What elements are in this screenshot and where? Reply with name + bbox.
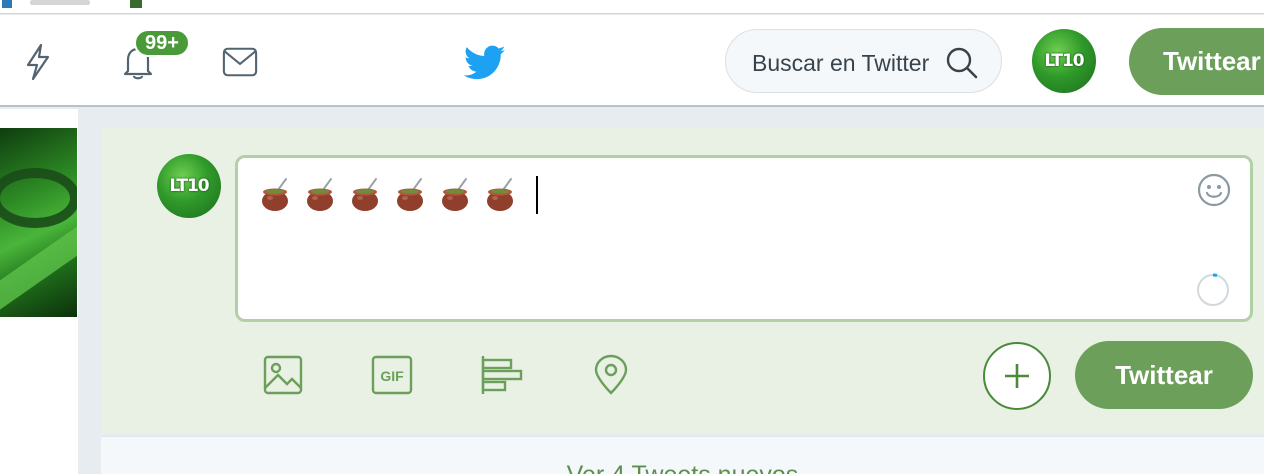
mate-emoji [307, 178, 333, 211]
emoji-picker-icon[interactable] [1196, 172, 1232, 208]
mate-emoji-row [260, 177, 530, 213]
profile-banner-image [0, 128, 77, 317]
profile-sidebar [0, 109, 78, 474]
add-tweet-button[interactable] [983, 342, 1051, 410]
new-tweets-label: Ver 4 Tweets nuevos [101, 461, 1264, 474]
tweet-submit-button[interactable]: Twittear [1075, 341, 1253, 409]
location-icon[interactable] [589, 353, 633, 397]
search-icon[interactable] [946, 47, 978, 79]
bookmark-favicon[interactable] [2, 0, 12, 8]
image-icon[interactable] [261, 353, 305, 397]
character-counter-ring [1197, 273, 1229, 306]
mate-emoji [262, 178, 288, 211]
notifications-badge[interactable]: 99+ [134, 29, 190, 57]
top-navigation-bar: 99+ Buscar en Twitter LT10 Twittear [0, 15, 1264, 107]
composer-avatar[interactable]: LT10 [157, 154, 221, 218]
mate-emoji [487, 178, 513, 211]
mate-emoji [442, 178, 468, 211]
plus-icon [1005, 364, 1029, 388]
tweet-text-content [260, 176, 538, 214]
browser-bookmarks-strip [0, 0, 1264, 14]
tweet-button-header[interactable]: Twittear [1129, 28, 1264, 95]
profile-avatar[interactable]: LT10 [1032, 29, 1096, 93]
poll-icon[interactable] [479, 353, 523, 397]
twitter-bird-logo-icon[interactable] [464, 45, 506, 81]
bookmark-favicon[interactable] [130, 0, 142, 8]
search-input[interactable]: Buscar en Twitter [725, 29, 1002, 93]
gif-icon[interactable]: GIF [370, 353, 414, 397]
tweet-text-editor[interactable] [235, 155, 1253, 322]
avatar-logo-text: LT10 [169, 176, 209, 196]
moments-lightning-icon[interactable] [20, 42, 56, 82]
new-tweets-bar[interactable]: Ver 4 Tweets nuevos [101, 436, 1264, 474]
tweet-composer: LT10 GIF Twittear [101, 127, 1264, 434]
text-caret [536, 176, 538, 214]
search-placeholder: Buscar en Twitter [752, 50, 930, 76]
svg-text:GIF: GIF [380, 368, 404, 384]
mate-emoji [397, 178, 423, 211]
messages-envelope-icon[interactable] [222, 42, 258, 82]
bookmark-label[interactable] [30, 0, 90, 5]
mate-emoji [352, 178, 378, 211]
avatar-logo-text: LT10 [1044, 51, 1084, 71]
